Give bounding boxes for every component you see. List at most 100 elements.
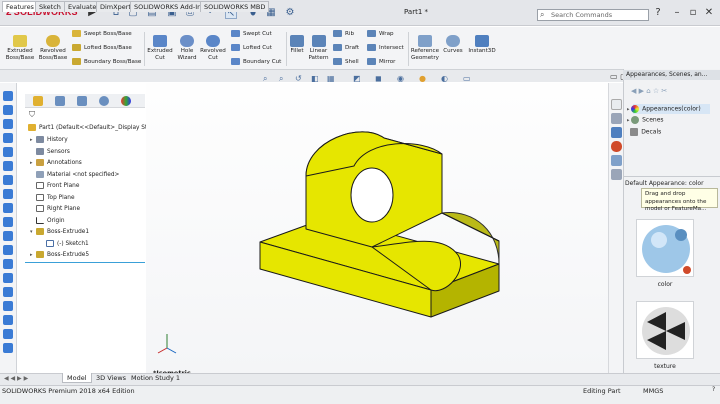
feature-manager-tab-icon[interactable] — [33, 96, 43, 106]
filter-icon[interactable]: ⛉ — [29, 110, 35, 120]
extruded-part-model[interactable] — [259, 131, 500, 318]
wrap-button[interactable]: Wrap — [367, 30, 394, 38]
color-swatch[interactable] — [636, 219, 694, 277]
quick-snaps-icon[interactable] — [3, 287, 13, 297]
tab-motion-study[interactable]: Motion Study 1 — [127, 373, 184, 383]
tree-item-sketch1[interactable]: (-) Sketch1 — [40, 240, 89, 248]
tree-item-sensors[interactable]: Sensors — [30, 148, 70, 156]
line-tool-icon[interactable] — [3, 119, 13, 129]
tab-evaluate[interactable]: Evaluate — [64, 1, 101, 12]
custom-properties-tab-icon[interactable] — [611, 155, 622, 166]
help-icon[interactable]: ? — [651, 6, 665, 20]
section-view-icon[interactable]: ◧ — [311, 74, 319, 83]
instant3d-button[interactable]: Instant3D — [467, 35, 497, 55]
tree-item-front-plane[interactable]: Front Plane — [30, 182, 79, 190]
fillet-button[interactable]: Fillet — [288, 35, 306, 55]
revolved-cut-button[interactable]: Revolved Cut — [199, 35, 227, 61]
tree-item-history[interactable]: ▸ History — [30, 136, 68, 144]
design-library-tab-icon[interactable] — [611, 113, 622, 124]
mirror-entities-icon[interactable] — [3, 217, 13, 227]
tree-item-boss-extrude1[interactable]: ▾ Boss-Extrude1 — [30, 228, 89, 236]
tab-features[interactable]: Features — [2, 1, 38, 12]
boundary-cut-button[interactable]: Boundary Cut — [231, 58, 281, 66]
measure-tool-icon[interactable] — [3, 343, 13, 353]
extrude-tool-icon[interactable] — [3, 315, 13, 325]
property-manager-tab-icon[interactable] — [55, 96, 65, 106]
trim-tool-icon[interactable] — [3, 189, 13, 199]
appearances-item[interactable]: ▸ Appearances(color) — [627, 105, 701, 114]
model-view[interactable] — [146, 83, 608, 373]
swept-cut-button[interactable]: Swept Cut — [231, 30, 272, 38]
tab-sketch[interactable]: Sketch — [35, 1, 65, 12]
move-entities-icon[interactable] — [3, 245, 13, 255]
boundary-boss-button[interactable]: Boundary Boss/Base — [72, 58, 141, 66]
graphics-area[interactable] — [146, 83, 608, 373]
revolved-boss-button[interactable]: Revolved Boss/Base — [37, 35, 69, 61]
decals-item[interactable]: Decals — [627, 128, 661, 137]
sketch-tool-icon[interactable] — [3, 91, 13, 101]
smart-dimension-icon[interactable] — [3, 105, 13, 115]
extruded-cut-button[interactable]: Extruded Cut — [145, 35, 175, 61]
display-style-icon[interactable]: ◼ — [375, 74, 382, 83]
tree-item-origin[interactable]: Origin — [30, 217, 65, 225]
restore-button[interactable]: ▫ — [686, 6, 700, 20]
offset-tool-icon[interactable] — [3, 203, 13, 213]
status-units[interactable]: MMGS — [643, 387, 663, 395]
extruded-boss-button[interactable]: Extruded Boss/Base — [3, 35, 37, 61]
intersect-button[interactable]: Intersect — [367, 44, 404, 52]
scenes-item[interactable]: ▸ Scenes — [627, 116, 664, 125]
display-manager-tab-icon[interactable] — [121, 96, 131, 106]
pattern-tool-icon[interactable] — [3, 231, 13, 241]
edit-appearance-icon[interactable]: ● — [419, 74, 426, 83]
forum-tab-icon[interactable] — [611, 169, 622, 180]
tab-mbd[interactable]: SOLIDWORKS MBD — [200, 1, 270, 12]
dimxpert-manager-tab-icon[interactable] — [99, 96, 109, 106]
tree-item-material[interactable]: Material <not specified> — [30, 171, 119, 179]
tree-root-part[interactable]: Part1 (Default<<Default>_Display Sta — [28, 124, 151, 132]
appearances-tab-icon[interactable] — [611, 141, 622, 152]
tab-model[interactable]: Model — [62, 373, 92, 383]
configuration-manager-tab-icon[interactable] — [77, 96, 87, 106]
file-explorer-tab-icon[interactable] — [611, 127, 622, 138]
tree-item-top-plane[interactable]: Top Plane — [30, 194, 75, 202]
rib-button[interactable]: Rib — [333, 30, 354, 38]
tab-addins[interactable]: SOLIDWORKS Add-Ins — [130, 1, 209, 12]
mirror-button[interactable]: Mirror — [367, 58, 395, 66]
reference-geometry-button[interactable]: Reference Geometry — [409, 35, 441, 61]
curves-button[interactable]: Curves — [442, 35, 464, 55]
lofted-cut-button[interactable]: Lofted Cut — [231, 44, 272, 52]
spline-tool-icon[interactable] — [3, 175, 13, 185]
status-help-icon[interactable]: ? — [712, 386, 715, 393]
arc-tool-icon[interactable] — [3, 161, 13, 171]
swept-boss-button[interactable]: Swept Boss/Base — [72, 30, 132, 38]
rectangle-tool-icon[interactable] — [3, 133, 13, 143]
linear-pattern-button[interactable]: Linear Pattern — [306, 35, 331, 61]
rapid-sketch-icon[interactable] — [3, 301, 13, 311]
tab-scroll-arrows[interactable]: ◀ ◀ ▶ ▶ — [4, 375, 28, 382]
close-button[interactable]: ✕ — [702, 6, 716, 20]
texture-swatch[interactable] — [636, 301, 694, 359]
view-settings-icon[interactable]: ▭ — [463, 74, 471, 83]
tree-item-boss-extrude5[interactable]: ▸ Boss-Extrude5 — [30, 251, 89, 259]
tab-3d-views[interactable]: 3D Views — [92, 373, 130, 383]
cut-tool-icon[interactable] — [3, 329, 13, 339]
through-hole[interactable] — [350, 167, 394, 223]
hide-show-items-icon[interactable]: ◉ — [397, 74, 404, 83]
tree-item-right-plane[interactable]: Right Plane — [30, 205, 80, 213]
draft-button[interactable]: Draft — [333, 44, 359, 52]
lofted-boss-button[interactable]: Lofted Boss/Base — [72, 44, 132, 52]
repair-sketch-icon[interactable] — [3, 273, 13, 283]
previous-view-icon[interactable]: ↺ — [295, 74, 302, 83]
apply-scene-icon[interactable]: ◐ — [441, 74, 448, 83]
tree-item-annotations[interactable]: ▸ Annotations — [30, 159, 82, 167]
home-tab-icon[interactable] — [611, 99, 622, 110]
minimize-button[interactable]: – — [670, 6, 684, 20]
relations-icon[interactable] — [3, 259, 13, 269]
shell-button[interactable]: Shell — [333, 58, 359, 66]
rollback-bar[interactable] — [25, 262, 145, 263]
options-icon[interactable]: ⚙ — [284, 7, 296, 19]
circle-tool-icon[interactable] — [3, 147, 13, 157]
search-input[interactable]: ⌕ Search Commands — [537, 9, 649, 21]
hole-wizard-button[interactable]: Hole Wizard — [175, 35, 199, 61]
dynamic-annotation-icon[interactable]: ▦ — [327, 74, 335, 83]
